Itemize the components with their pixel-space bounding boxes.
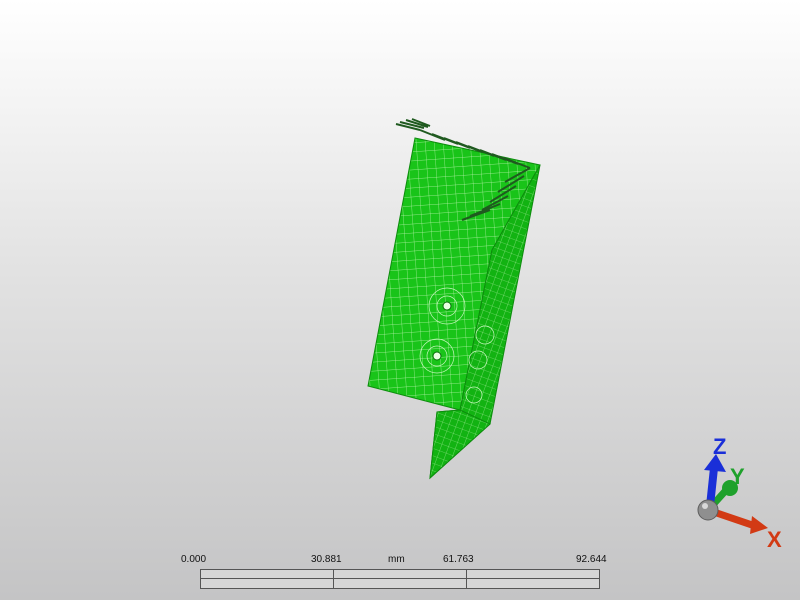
scale-divider-1	[333, 570, 334, 588]
scale-row-bottom	[201, 579, 599, 588]
axis-triad[interactable]: Z Y X	[680, 420, 800, 560]
scale-bar: 0.000 30.881 mm 61.763 92.644	[170, 552, 620, 592]
scale-row-top	[201, 570, 599, 579]
scale-tick-label-3: 92.644	[576, 554, 607, 565]
scale-track	[200, 569, 600, 589]
scale-unit-label: mm	[388, 554, 405, 565]
bracket-lower-leg[interactable]	[429, 409, 491, 480]
scale-tick-label-2: 61.763	[443, 554, 474, 565]
graphics-viewport[interactable]: Z Y X 0.000 30.881 mm 61.763 92.644	[0, 0, 800, 600]
scale-divider-2	[466, 570, 467, 588]
scale-tick-label-1: 30.881	[311, 554, 342, 565]
x-axis-arrowhead	[750, 516, 768, 534]
z-axis-label: Z	[713, 434, 726, 459]
x-axis-label: X	[767, 527, 782, 552]
triad-origin-sphere	[697, 499, 719, 521]
y-axis-label: Y	[730, 464, 745, 489]
scale-tick-label-0: 0.000	[181, 554, 207, 565]
